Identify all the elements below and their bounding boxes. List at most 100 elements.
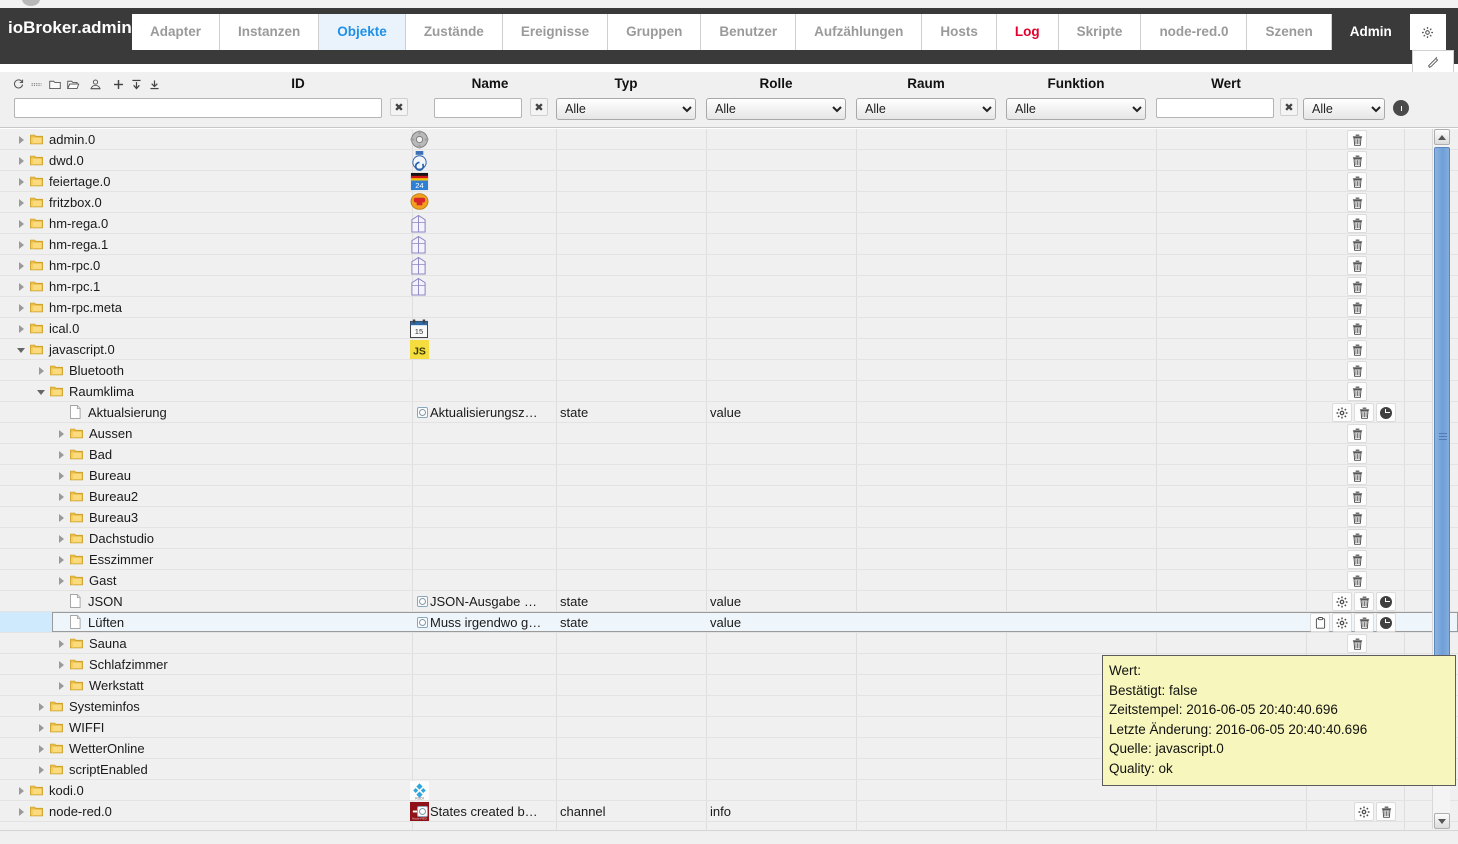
table-row[interactable]: Aussen (0, 423, 1458, 444)
column-header-name[interactable]: Name (420, 76, 560, 91)
trash-icon[interactable] (1347, 466, 1367, 485)
clock-icon[interactable] (1376, 403, 1396, 422)
expand-arrow-closed-icon[interactable] (16, 155, 27, 166)
expand-arrow-closed-icon[interactable] (36, 743, 47, 754)
nav-tab-admin[interactable]: Admin (1331, 14, 1410, 50)
table-row[interactable]: JSON JSON-Ausgabe al… state value (0, 591, 1458, 612)
expand-arrow-closed-icon[interactable] (56, 659, 67, 670)
table-row[interactable]: hm-rpc.meta (0, 297, 1458, 318)
trash-icon[interactable] (1347, 235, 1367, 254)
nav-tab-skripte[interactable]: Skripte (1058, 14, 1142, 50)
clipboard-icon[interactable] (1310, 613, 1330, 632)
column-header-rolle[interactable]: Rolle (706, 76, 846, 91)
expand-arrow-closed-icon[interactable] (16, 260, 27, 271)
nav-tab-log[interactable]: Log (996, 14, 1059, 50)
expand-arrow-closed-icon[interactable] (36, 764, 47, 775)
refresh-icon[interactable] (10, 76, 27, 93)
table-row[interactable]: Raumklima (0, 381, 1458, 402)
filter-funktion-select[interactable]: Alle (1006, 98, 1146, 120)
clock-icon[interactable] (1376, 592, 1396, 611)
nav-tab-hosts[interactable]: Hosts (922, 14, 997, 50)
trash-icon[interactable] (1347, 382, 1367, 401)
filter-raum-select[interactable]: Alle (856, 98, 996, 120)
nav-tab-objekte[interactable]: Objekte (319, 14, 406, 50)
column-header-wert[interactable]: Wert (1156, 76, 1296, 91)
expand-arrow-closed-icon[interactable] (36, 722, 47, 733)
expand-arrow-closed-icon[interactable] (16, 806, 27, 817)
trash-icon[interactable] (1376, 802, 1396, 821)
table-row[interactable]: Aktualsierung Aktualisierungszei… state val… (0, 402, 1458, 423)
table-row[interactable]: Bureau2 (0, 486, 1458, 507)
trash-icon[interactable] (1347, 487, 1367, 506)
scrollbar-thumb[interactable] (1434, 147, 1450, 723)
expand-arrow-closed-icon[interactable] (56, 554, 67, 565)
nav-tab-instanzen[interactable]: Instanzen (220, 14, 320, 50)
trash-icon[interactable] (1347, 214, 1367, 233)
folder-closed-icon[interactable] (46, 76, 63, 93)
nav-tab-benutzer[interactable]: Benutzer (701, 14, 797, 50)
expand-arrow-closed-icon[interactable] (36, 701, 47, 712)
expand-arrow-closed-icon[interactable] (16, 302, 27, 313)
table-row[interactable]: javascript.0 JS (0, 339, 1458, 360)
trash-icon[interactable] (1347, 340, 1367, 359)
table-row[interactable]: admin.0 (0, 129, 1458, 150)
clock-icon[interactable] (1376, 613, 1396, 632)
expand-arrow-closed-icon[interactable] (56, 512, 67, 523)
expand-arrow-closed-icon[interactable] (36, 365, 47, 376)
trash-icon[interactable] (1347, 151, 1367, 170)
nav-tab-aufz-hlungen[interactable]: Aufzählungen (796, 14, 923, 50)
expand-arrow-closed-icon[interactable] (56, 575, 67, 586)
table-row[interactable]: Sauna (0, 633, 1458, 654)
nav-tab-adapter[interactable]: Adapter (132, 14, 221, 50)
trash-icon[interactable] (1347, 256, 1367, 275)
table-row[interactable]: Bad (0, 444, 1458, 465)
gear-icon[interactable] (1332, 403, 1352, 422)
table-row[interactable]: Bureau3 (0, 507, 1458, 528)
table-row[interactable]: Dachstudio (0, 528, 1458, 549)
expand-arrow-open-icon[interactable] (16, 344, 27, 355)
user-icon[interactable] (87, 76, 104, 93)
expand-arrow-closed-icon[interactable] (56, 470, 67, 481)
trash-icon[interactable] (1347, 193, 1367, 212)
expand-arrow-closed-icon[interactable] (16, 323, 27, 334)
trash-icon[interactable] (1354, 613, 1374, 632)
nav-tab-gruppen[interactable]: Gruppen (608, 14, 702, 50)
column-header-funktion[interactable]: Funktion (1006, 76, 1146, 91)
expand-arrow-open-icon[interactable] (36, 386, 47, 397)
clear-wert-filter-button[interactable]: ✖ (1280, 98, 1298, 116)
expand-arrow-closed-icon[interactable] (16, 785, 27, 796)
trash-icon[interactable] (1347, 445, 1367, 464)
clock-icon[interactable] (1393, 100, 1409, 116)
table-row[interactable]: hm-rpc.0 (0, 255, 1458, 276)
clear-id-filter-button[interactable]: ✖ (390, 98, 408, 116)
table-row[interactable]: Bluetooth (0, 360, 1458, 381)
expand-arrow-closed-icon[interactable] (16, 218, 27, 229)
filter-id-input[interactable] (14, 98, 382, 118)
trash-icon[interactable] (1347, 634, 1367, 653)
gear-icon[interactable] (1354, 802, 1374, 821)
folder-open-icon[interactable] (64, 76, 81, 93)
trash-icon[interactable] (1347, 424, 1367, 443)
gear-icon[interactable] (1409, 14, 1446, 50)
trash-icon[interactable] (1347, 298, 1367, 317)
column-header-raum[interactable]: Raum (856, 76, 996, 91)
filter-rolle-select[interactable]: Allevalueinfoswitchlevel (706, 98, 846, 120)
table-row[interactable]: Esszimmer (0, 549, 1458, 570)
table-row[interactable]: dwd.0 (0, 150, 1458, 171)
edit-mode-button[interactable] (1412, 50, 1454, 74)
table-row[interactable]: hm-rega.1 (0, 234, 1458, 255)
expand-arrow-closed-icon[interactable] (56, 449, 67, 460)
expand-arrow-closed-icon[interactable] (16, 281, 27, 292)
trash-icon[interactable] (1347, 361, 1367, 380)
gear-icon[interactable] (1332, 592, 1352, 611)
trash-icon[interactable] (1347, 508, 1367, 527)
nav-tab-szenen[interactable]: Szenen (1247, 14, 1332, 50)
trash-icon[interactable] (1347, 130, 1367, 149)
table-row[interactable]: Lüften Muss irgendwo g… state value (0, 612, 1458, 633)
download-icon[interactable] (146, 76, 163, 93)
filter-typ-select[interactable]: Allestatechanneldevicefolder (556, 98, 696, 120)
table-row[interactable]: fritzbox.0 (0, 192, 1458, 213)
column-header-typ[interactable]: Typ (556, 76, 696, 91)
trash-icon[interactable] (1347, 550, 1367, 569)
filter-wert-input[interactable] (1156, 98, 1274, 118)
